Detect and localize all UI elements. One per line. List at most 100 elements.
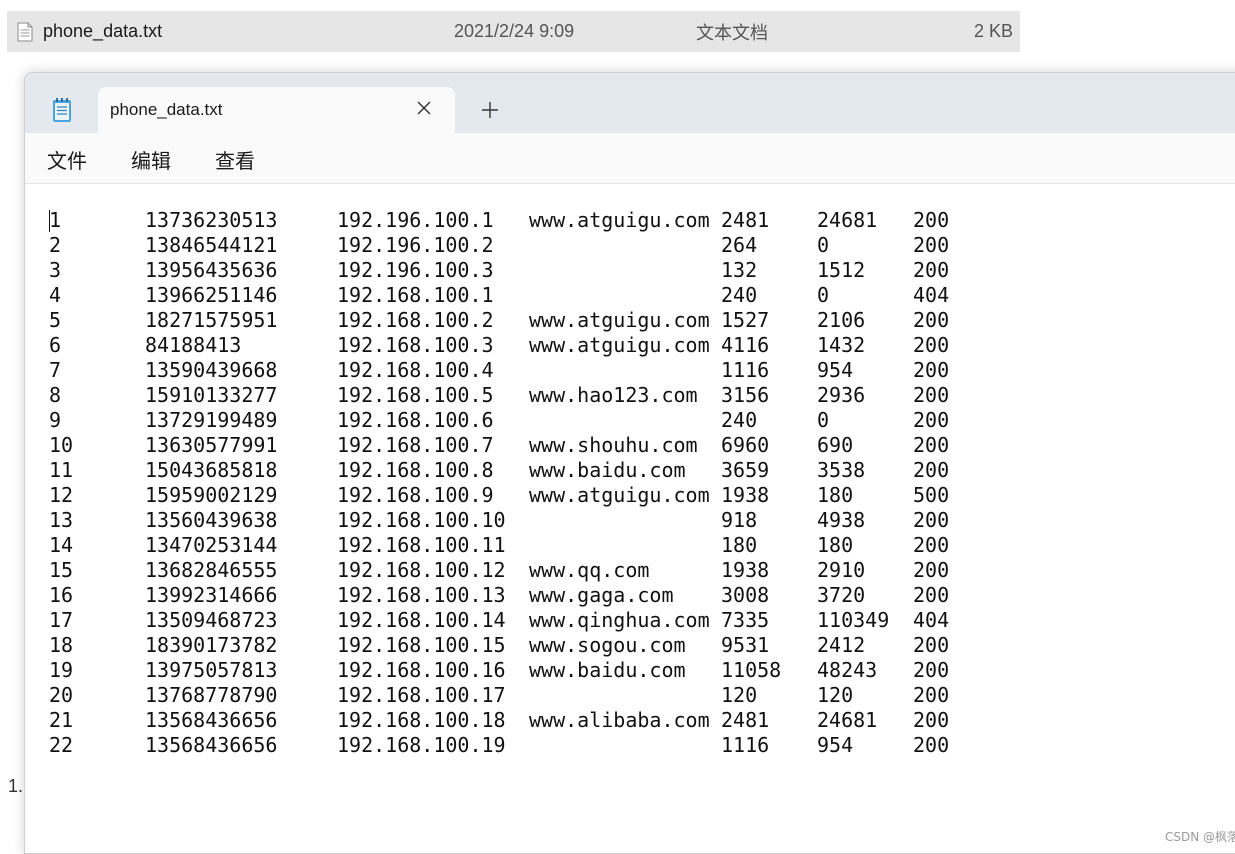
status-code: 200 xyxy=(913,333,950,357)
line-number: 1 xyxy=(49,208,62,232)
line-number: 10 xyxy=(49,433,74,457)
text-line: 22 13568436656 192.168.100.19 1116 954 200 xyxy=(25,733,1025,758)
ip-address: 192.168.100.13 xyxy=(337,583,506,607)
upload-bytes: 9531 xyxy=(721,633,770,657)
download-bytes: 24681 xyxy=(817,708,878,732)
download-bytes: 1512 xyxy=(817,258,866,282)
status-code: 200 xyxy=(913,383,950,407)
line-number: 18 xyxy=(49,633,74,657)
domain: www.hao123.com xyxy=(529,383,698,407)
text-line: 12 15959002129 192.168.100.9 www.atguigu.co… xyxy=(25,483,1025,508)
upload-bytes: 4116 xyxy=(721,333,770,357)
download-bytes: 0 xyxy=(817,233,830,257)
text-line: 16 13992314666 192.168.100.13 www.gaga.com 3… xyxy=(25,583,1025,608)
download-bytes: 0 xyxy=(817,283,830,307)
ip-address: 192.168.100.17 xyxy=(337,683,506,707)
ip-address: 192.168.100.18 xyxy=(337,708,506,732)
download-bytes: 1432 xyxy=(817,333,866,357)
ip-address: 192.168.100.11 xyxy=(337,533,506,557)
phone-number: 13729199489 xyxy=(145,408,278,432)
phone-number: 13509468723 xyxy=(145,608,278,632)
phone-number: 13768778790 xyxy=(145,683,278,707)
menu-edit[interactable]: 编辑 xyxy=(131,145,171,174)
upload-bytes: 132 xyxy=(721,258,758,282)
title-bar: phone_data.txt xyxy=(25,73,1235,133)
ip-address: 192.168.100.2 xyxy=(337,308,494,332)
download-bytes: 954 xyxy=(817,358,854,382)
text-line: 14 13470253144 192.168.100.11 180 180 200 xyxy=(25,533,1025,558)
file-list-row[interactable]: phone_data.txt 2021/2/24 9:09 文本文档 2 KB xyxy=(7,11,1020,52)
phone-number: 13560439638 xyxy=(145,508,278,532)
ip-address: 192.168.100.9 xyxy=(337,483,494,507)
file-modified-date: 2021/2/24 9:09 xyxy=(454,21,575,41)
line-number: 4 xyxy=(49,283,62,307)
phone-number: 13470253144 xyxy=(145,533,278,557)
status-code: 200 xyxy=(913,233,950,257)
status-code: 200 xyxy=(913,733,950,757)
menu-view[interactable]: 查看 xyxy=(215,145,255,174)
menu-file[interactable]: 文件 xyxy=(47,145,87,174)
line-number: 16 xyxy=(49,583,74,607)
domain: www.sogou.com xyxy=(529,633,686,657)
line-number: 17 xyxy=(49,608,74,632)
phone-number: 13975057813 xyxy=(145,658,278,682)
line-number: 22 xyxy=(49,733,74,757)
phone-number: 13590439668 xyxy=(145,358,278,382)
status-code: 200 xyxy=(913,208,950,232)
domain: www.qinghua.com xyxy=(529,608,710,632)
status-code: 200 xyxy=(913,458,950,482)
text-line: 4 13966251146 192.168.100.1 240 0 404 xyxy=(25,283,1025,308)
ip-address: 192.168.100.15 xyxy=(337,633,506,657)
download-bytes: 180 xyxy=(817,483,854,507)
notepad-app-icon xyxy=(53,98,71,122)
ip-address: 192.168.100.1 xyxy=(337,283,494,307)
domain: www.shouhu.com xyxy=(529,433,698,457)
close-icon[interactable] xyxy=(413,97,435,119)
notepad-window: phone_data.txt 文件 编辑 查看 1 13736230513 192.… xyxy=(24,72,1235,854)
text-line: 10 13630577991 192.168.100.7 www.shouhu.com… xyxy=(25,433,1025,458)
domain: www.atguigu.com xyxy=(529,483,710,507)
status-code: 200 xyxy=(913,683,950,707)
upload-bytes: 240 xyxy=(721,408,758,432)
ip-address: 192.196.100.2 xyxy=(337,233,494,257)
tab-title: phone_data.txt xyxy=(110,100,223,119)
upload-bytes: 918 xyxy=(721,508,758,532)
text-line: 19 13975057813 192.168.100.16 www.baidu.com… xyxy=(25,658,1025,683)
ip-address: 192.168.100.16 xyxy=(337,658,506,682)
text-editor-area[interactable]: 1 13736230513 192.196.100.1 www.atguigu.com… xyxy=(25,184,1235,853)
line-number: 9 xyxy=(49,408,62,432)
download-bytes: 120 xyxy=(817,683,854,707)
text-line: 21 13568436656 192.168.100.18 www.alibaba.c… xyxy=(25,708,1025,733)
phone-number: 18271575951 xyxy=(145,308,278,332)
status-code: 200 xyxy=(913,558,950,582)
text-line: 13 13560439638 192.168.100.10 918 4938 200 xyxy=(25,508,1025,533)
upload-bytes: 1938 xyxy=(721,483,770,507)
ip-address: 192.196.100.3 xyxy=(337,258,494,282)
text-file-icon xyxy=(17,22,33,42)
text-line: 1 13736230513 192.196.100.1 www.atguigu.com… xyxy=(25,208,1025,233)
phone-number: 13568436656 xyxy=(145,733,278,757)
menu-bar: 文件 编辑 查看 xyxy=(25,133,1235,184)
tab-phone-data[interactable]: phone_data.txt xyxy=(98,87,455,133)
upload-bytes: 264 xyxy=(721,233,758,257)
upload-bytes: 6960 xyxy=(721,433,770,457)
domain: www.atguigu.com xyxy=(529,208,710,232)
phone-number: 13966251146 xyxy=(145,283,278,307)
status-code: 200 xyxy=(913,658,950,682)
line-number: 20 xyxy=(49,683,74,707)
upload-bytes: 120 xyxy=(721,683,758,707)
text-line: 5 18271575951 192.168.100.2 www.atguigu.com… xyxy=(25,308,1025,333)
download-bytes: 3538 xyxy=(817,458,866,482)
text-line: 17 13509468723 192.168.100.14 www.qinghua.c… xyxy=(25,608,1025,633)
upload-bytes: 11058 xyxy=(721,658,782,682)
upload-bytes: 2481 xyxy=(721,208,770,232)
file-type: 文本文档 xyxy=(696,22,768,43)
new-tab-plus-icon[interactable] xyxy=(479,99,501,121)
ip-address: 192.168.100.19 xyxy=(337,733,506,757)
status-code: 404 xyxy=(913,608,950,632)
line-number: 13 xyxy=(49,508,74,532)
upload-bytes: 1116 xyxy=(721,358,770,382)
domain: www.qq.com xyxy=(529,558,650,582)
domain: www.gaga.com xyxy=(529,583,674,607)
ip-address: 192.168.100.7 xyxy=(337,433,494,457)
